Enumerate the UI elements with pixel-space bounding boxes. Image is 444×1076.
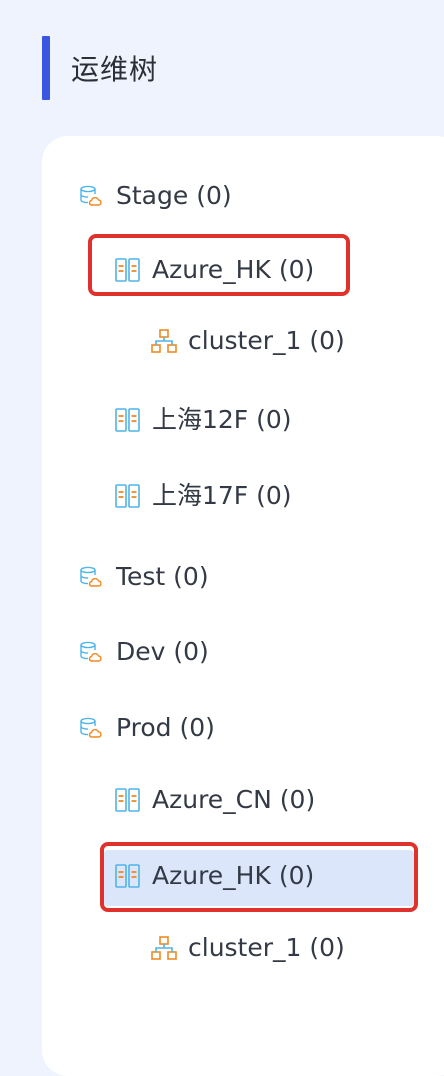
tree-node-stage-cluster-1[interactable]: cluster_1 (0) xyxy=(148,321,345,361)
server-rack-icon xyxy=(112,257,144,283)
tree-node-label: Prod (0) xyxy=(116,713,215,742)
tree-node-label: Azure_HK (0) xyxy=(152,861,315,890)
tree-node-label: Azure_CN (0) xyxy=(152,785,316,814)
server-rack-icon xyxy=(112,787,144,813)
tree-node-dev[interactable]: Dev (0) xyxy=(76,632,209,672)
cloud-database-icon xyxy=(76,565,104,589)
tree-node-label: 上海12F (0) xyxy=(152,405,292,434)
page-title: 运维树 xyxy=(71,53,159,86)
tree-node-stage[interactable]: Stage (0) xyxy=(76,176,232,216)
tree-node-stage-shanghai-17f[interactable]: 上海17F (0) xyxy=(112,476,292,516)
tree-node-stage-shanghai-12f[interactable]: 上海12F (0) xyxy=(112,400,292,440)
tree-node-label: Test (0) xyxy=(116,562,209,591)
panel-header: 运维树 xyxy=(42,36,158,100)
tree-node-label: Stage (0) xyxy=(116,181,232,210)
tree-node-test[interactable]: Test (0) xyxy=(76,557,209,597)
server-rack-icon xyxy=(112,863,144,889)
cloud-database-icon xyxy=(76,184,104,208)
tree-node-label: Dev (0) xyxy=(116,637,209,666)
tree-node-stage-azure-hk[interactable]: Azure_HK (0) xyxy=(112,250,314,290)
tree-node-prod-cluster-1[interactable]: cluster_1 (0) xyxy=(148,928,345,968)
tree-node-label: cluster_1 (0) xyxy=(188,326,345,355)
header-accent-bar xyxy=(42,36,50,100)
tree-node-prod-azure-hk[interactable]: Azure_HK (0) xyxy=(112,856,314,896)
tree-node-label: 上海17F (0) xyxy=(152,481,292,510)
tree-node-prod[interactable]: Prod (0) xyxy=(76,708,215,748)
cluster-topology-icon xyxy=(148,328,180,354)
cloud-database-icon xyxy=(76,716,104,740)
tree-node-label: Azure_HK (0) xyxy=(152,255,315,284)
tree-node-prod-azure-cn[interactable]: Azure_CN (0) xyxy=(112,780,315,820)
cluster-topology-icon xyxy=(148,935,180,961)
tree-node-label: cluster_1 (0) xyxy=(188,933,345,962)
server-rack-icon xyxy=(112,483,144,509)
cloud-database-icon xyxy=(76,640,104,664)
server-rack-icon xyxy=(112,407,144,433)
